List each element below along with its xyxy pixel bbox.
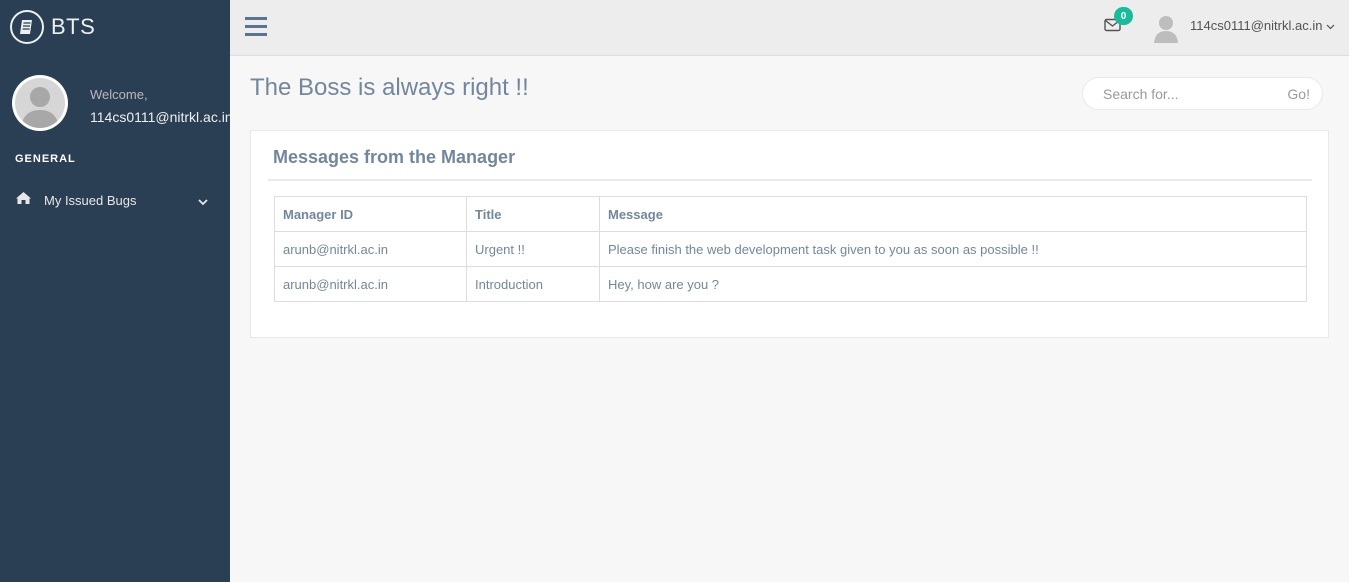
menu-toggle-button[interactable] — [245, 16, 267, 42]
cell-manager-id: arunb@nitrkl.ac.in — [274, 231, 467, 267]
menu-section-label: GENERAL — [15, 153, 76, 165]
sidebar-item-label: My Issued Bugs — [44, 192, 137, 208]
top-navbar: 0 114cs0111@nitrkl.ac.in — [230, 0, 1349, 56]
cell-message: Please finish the web development task g… — [599, 231, 1307, 267]
brand-title: BTS — [51, 14, 96, 39]
messages-count-badge: 0 — [1114, 7, 1133, 25]
panel-divider — [268, 179, 1312, 181]
table-header-row: Manager ID Title Message — [274, 196, 1307, 232]
messages-table: Manager ID Title Message arunb@nitrkl.ac… — [274, 196, 1307, 302]
cell-title: Urgent !! — [466, 231, 600, 267]
profile-avatar — [12, 75, 68, 131]
search-bar: Go! — [1082, 77, 1323, 110]
panel-title: Messages from the Manager — [273, 147, 516, 167]
cell-manager-id: arunb@nitrkl.ac.in — [274, 266, 467, 302]
chevron-down-icon — [198, 193, 208, 211]
user-email: 114cs0111@nitrkl.ac.in — [1190, 18, 1323, 33]
cell-title: Introduction — [466, 266, 600, 302]
column-header: Title — [466, 196, 600, 232]
search-go-button[interactable]: Go! — [1287, 86, 1310, 102]
welcome-label: Welcome, — [90, 87, 148, 102]
table-row: arunb@nitrkl.ac.in Introduction Hey, how… — [274, 266, 1307, 302]
sidebar-item-my-issued-bugs[interactable]: My Issued Bugs — [0, 186, 230, 214]
page-title: The Boss is always right !! — [250, 74, 529, 101]
sidebar: BTS Welcome, 114cs0111@nitrkl.ac.in GENE… — [0, 0, 230, 582]
column-header: Message — [599, 196, 1307, 232]
home-icon — [15, 191, 32, 210]
hamburger-icon — [245, 17, 267, 36]
chevron-down-icon — [1326, 18, 1335, 33]
column-header: Manager ID — [274, 196, 467, 232]
welcome-user-email: 114cs0111@nitrkl.ac.in — [90, 109, 230, 125]
user-avatar-icon[interactable] — [1153, 13, 1179, 43]
user-dropdown[interactable]: 114cs0111@nitrkl.ac.in — [1190, 18, 1335, 33]
app-root: BTS Welcome, 114cs0111@nitrkl.ac.in GENE… — [0, 0, 1349, 582]
cell-message: Hey, how are you ? — [599, 266, 1307, 302]
brand-link[interactable]: BTS — [10, 10, 95, 44]
table-row: arunb@nitrkl.ac.in Urgent !! Please fini… — [274, 231, 1307, 267]
book-icon — [10, 10, 44, 44]
search-input[interactable] — [1083, 78, 1273, 109]
messages-panel: Messages from the Manager Manager ID Tit… — [250, 130, 1329, 338]
